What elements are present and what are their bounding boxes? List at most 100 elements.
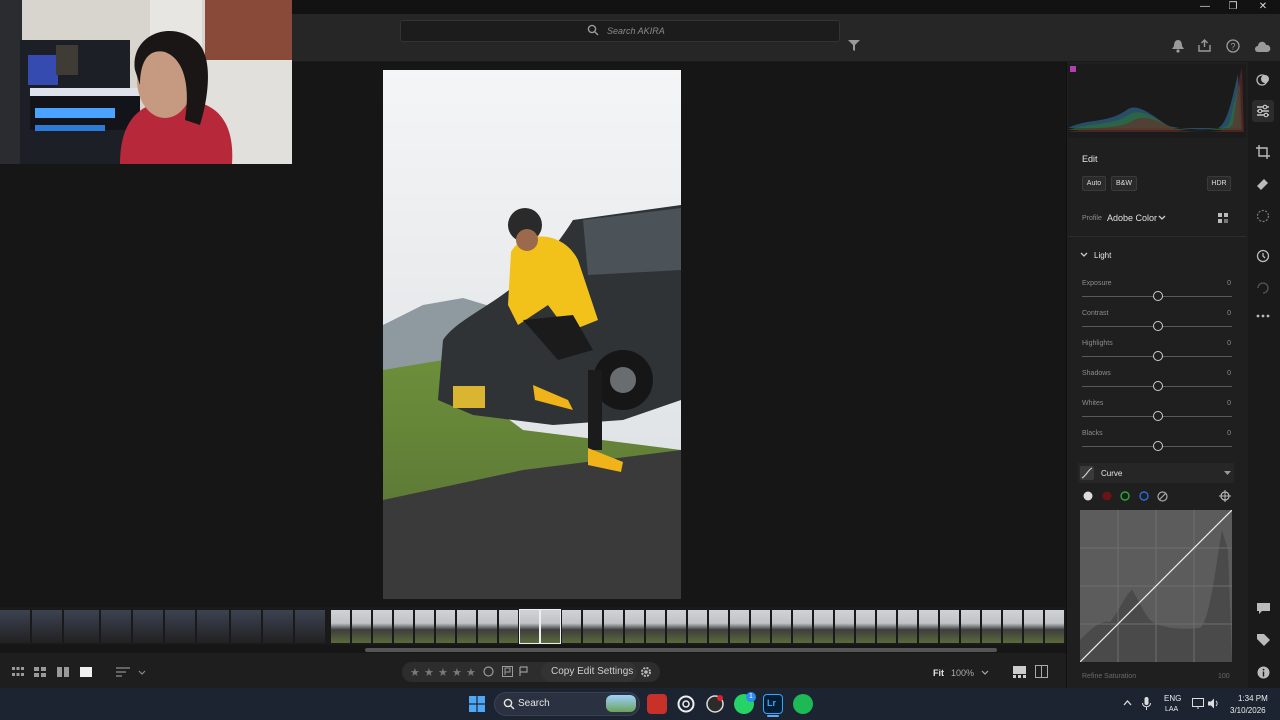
more-icon[interactable] bbox=[1256, 314, 1270, 318]
filmstrip-thumbnail[interactable] bbox=[457, 610, 476, 643]
pick-flag-icon[interactable] bbox=[502, 666, 513, 677]
filmstrip-thumbnail[interactable] bbox=[814, 610, 833, 643]
square-grid-icon[interactable] bbox=[12, 667, 24, 677]
filmstrip-thumbnail[interactable] bbox=[856, 610, 875, 643]
sort-chevron-icon[interactable] bbox=[138, 670, 146, 675]
tray-chevron-up-icon[interactable] bbox=[1123, 700, 1132, 706]
filmstrip-thumbnail[interactable] bbox=[64, 610, 99, 643]
windows-start-icon[interactable] bbox=[469, 696, 485, 712]
slider-handle[interactable] bbox=[1153, 381, 1163, 391]
chevron-down-icon[interactable] bbox=[1158, 215, 1166, 221]
unflag-icon[interactable] bbox=[483, 666, 494, 677]
slider-handle[interactable] bbox=[1153, 321, 1163, 331]
filmstrip-thumbnail[interactable] bbox=[709, 610, 728, 643]
cloud-icon[interactable] bbox=[1254, 40, 1272, 52]
star-5-icon[interactable]: ★ bbox=[466, 666, 476, 679]
main-photo[interactable] bbox=[383, 70, 681, 599]
curve-channel-rgb[interactable] bbox=[1083, 491, 1093, 501]
filmstrip-thumbnail[interactable] bbox=[898, 610, 917, 643]
restore-button[interactable]: ❐ bbox=[1218, 0, 1248, 14]
filmstrip-thumbnail[interactable] bbox=[436, 610, 455, 643]
chatgpt-icon[interactable] bbox=[676, 694, 696, 714]
healing-icon[interactable] bbox=[1256, 177, 1270, 191]
filmstrip-thumbnail[interactable] bbox=[1045, 610, 1064, 643]
detail-view-icon[interactable] bbox=[80, 667, 92, 677]
clock-date[interactable]: 3/10/2026 bbox=[1230, 706, 1266, 715]
tone-curve-graph[interactable] bbox=[1080, 510, 1232, 662]
minimize-button[interactable]: — bbox=[1190, 0, 1220, 14]
language-top[interactable]: ENG bbox=[1164, 694, 1181, 703]
target-adjust-icon[interactable] bbox=[1219, 490, 1231, 502]
presets-icon[interactable] bbox=[1256, 73, 1270, 87]
parametric-curve-icon[interactable] bbox=[1157, 491, 1168, 502]
search-input[interactable]: Search AKIRA bbox=[400, 20, 840, 42]
microphone-icon[interactable] bbox=[1142, 697, 1151, 710]
history-icon[interactable] bbox=[1256, 249, 1270, 263]
light-section-title[interactable]: Light bbox=[1094, 251, 1111, 260]
compare-view-icon[interactable] bbox=[57, 667, 69, 677]
filmstrip[interactable] bbox=[0, 607, 1066, 645]
curve-channel-red[interactable] bbox=[1102, 491, 1112, 501]
filmstrip-thumbnail[interactable] bbox=[751, 610, 770, 643]
filmstrip-thumbnail[interactable] bbox=[982, 610, 1001, 643]
tag-icon[interactable] bbox=[1257, 634, 1270, 646]
filmstrip-thumbnail[interactable] bbox=[415, 610, 434, 643]
help-icon[interactable]: ? bbox=[1226, 39, 1240, 53]
filmstrip-thumbnail[interactable] bbox=[478, 610, 497, 643]
network-icon[interactable] bbox=[1192, 698, 1204, 709]
filmstrip-thumbnail[interactable] bbox=[793, 610, 812, 643]
gear-icon[interactable] bbox=[640, 666, 652, 678]
filmstrip-thumbnail[interactable] bbox=[688, 610, 707, 643]
slider-value[interactable]: 0 bbox=[1221, 280, 1231, 287]
bell-icon[interactable] bbox=[1172, 40, 1184, 53]
slider-value[interactable]: 0 bbox=[1221, 370, 1231, 377]
filmstrip-thumbnail[interactable] bbox=[394, 610, 413, 643]
chevron-down-icon[interactable] bbox=[981, 670, 989, 675]
filmstrip-thumbnail[interactable] bbox=[133, 610, 163, 643]
curve-collapse-icon[interactable] bbox=[1224, 471, 1231, 476]
masking-icon[interactable] bbox=[1256, 209, 1270, 223]
filmstrip-thumbnail[interactable] bbox=[583, 610, 602, 643]
slider-value[interactable]: 0 bbox=[1221, 340, 1231, 347]
filmstrip-thumbnail[interactable] bbox=[562, 610, 581, 643]
slider-handle[interactable] bbox=[1153, 411, 1163, 421]
star-1-icon[interactable]: ★ bbox=[410, 666, 420, 679]
filmstrip-thumbnail[interactable] bbox=[646, 610, 665, 643]
slider-value[interactable]: 0 bbox=[1221, 310, 1231, 317]
close-button[interactable]: ✕ bbox=[1248, 0, 1278, 14]
brave-icon[interactable] bbox=[647, 694, 667, 714]
before-after-icon[interactable] bbox=[1035, 665, 1048, 678]
slider-handle[interactable] bbox=[1153, 351, 1163, 361]
filmstrip-thumbnail[interactable] bbox=[197, 610, 229, 643]
versions-icon[interactable] bbox=[1256, 281, 1270, 295]
comments-icon[interactable] bbox=[1257, 603, 1270, 615]
filmstrip-thumbnail[interactable] bbox=[625, 610, 644, 643]
slider-value[interactable]: 0 bbox=[1221, 430, 1231, 437]
spotify-icon[interactable] bbox=[793, 694, 813, 714]
filmstrip-thumbnail[interactable] bbox=[352, 610, 371, 643]
reject-flag-icon[interactable] bbox=[518, 666, 529, 677]
filmstrip-thumbnail[interactable] bbox=[835, 610, 854, 643]
filmstrip-thumbnail[interactable] bbox=[877, 610, 896, 643]
filmstrip-thumbnail[interactable] bbox=[165, 610, 195, 643]
filmstrip-thumbnail[interactable] bbox=[919, 610, 938, 643]
edit-tool-active[interactable] bbox=[1252, 100, 1274, 122]
filmstrip-thumbnail[interactable] bbox=[1024, 610, 1043, 643]
star-4-icon[interactable]: ★ bbox=[452, 666, 462, 679]
filmstrip-thumbnail[interactable] bbox=[604, 610, 623, 643]
sort-icon[interactable] bbox=[116, 667, 130, 677]
filmstrip-thumbnail[interactable] bbox=[772, 610, 791, 643]
filmstrip-thumbnail[interactable] bbox=[331, 610, 350, 643]
filmstrip-thumbnail[interactable] bbox=[101, 610, 131, 643]
lightroom-icon[interactable]: Lr bbox=[763, 694, 783, 714]
curve-channel-green[interactable] bbox=[1120, 491, 1130, 501]
filmstrip-thumbnail[interactable] bbox=[730, 610, 749, 643]
crop-icon[interactable] bbox=[1256, 145, 1270, 159]
filmstrip-thumbnail[interactable] bbox=[940, 610, 959, 643]
volume-icon[interactable] bbox=[1208, 698, 1220, 709]
filmstrip-thumbnail-selected[interactable] bbox=[519, 609, 540, 644]
photo-grid-icon[interactable] bbox=[34, 667, 46, 677]
filter-icon[interactable] bbox=[848, 40, 860, 51]
language-bottom[interactable]: LAA bbox=[1165, 706, 1178, 713]
zoom-level-dropdown[interactable]: 100% bbox=[951, 668, 974, 678]
